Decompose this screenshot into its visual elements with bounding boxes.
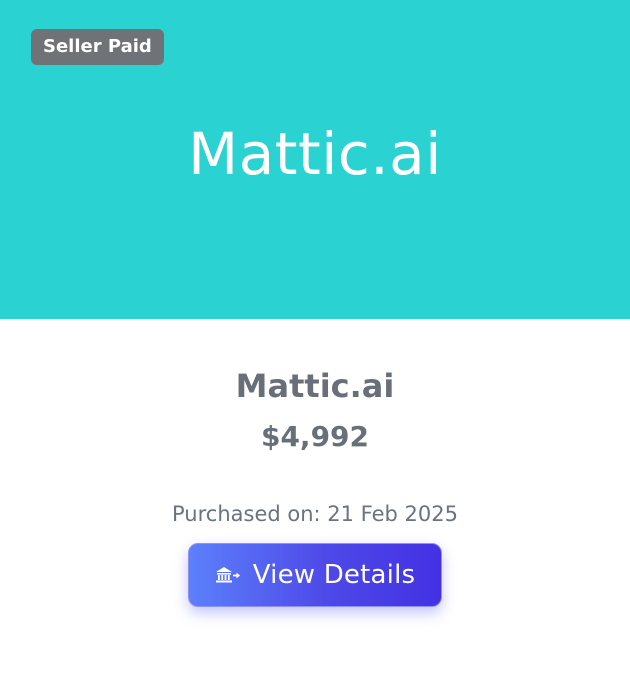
price: $4,992 (260, 420, 370, 453)
seller-paid-badge: Seller Paid (31, 29, 164, 65)
view-details-button[interactable]: View Details (188, 543, 442, 607)
bank-transfer-icon (215, 566, 241, 584)
banner-title: Mattic.ai (188, 119, 442, 188)
purchase-card: Seller Paid Mattic.ai Mattic.ai $4,992 P… (0, 0, 630, 699)
card-content: Mattic.ai $4,992 Purchased on: 21 Feb 20… (0, 366, 630, 607)
product-name: Mattic.ai (235, 367, 395, 405)
card-banner: Seller Paid Mattic.ai (0, 0, 630, 319)
view-details-label: View Details (252, 560, 416, 590)
purchase-date: Purchased on: 21 Feb 2025 (172, 502, 458, 526)
actions-row: View Details (0, 543, 630, 607)
